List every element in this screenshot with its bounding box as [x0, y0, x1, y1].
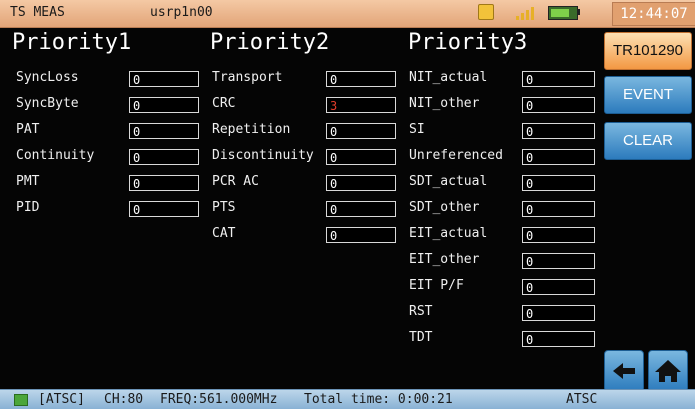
p1-value: 0 — [129, 71, 199, 87]
channel-label: CH:80 — [104, 392, 144, 407]
p1-value: 0 — [129, 175, 199, 191]
p3-value: 0 — [522, 253, 595, 269]
p2-label: CRC — [212, 96, 236, 111]
p3-value: 0 — [522, 97, 595, 113]
connection-icon — [14, 394, 28, 406]
p3-label: TDT — [409, 330, 433, 345]
p2-label: CAT — [212, 226, 236, 241]
battery-tip — [577, 9, 580, 15]
home-icon — [655, 360, 681, 382]
p3-value: 0 — [522, 149, 595, 165]
back-button[interactable] — [604, 350, 644, 392]
priority1-title: Priority1 — [12, 30, 132, 55]
usb-icon — [478, 4, 494, 20]
p2-value: 0 — [326, 175, 396, 191]
p1-value: 0 — [129, 97, 199, 113]
p1-label: PMT — [16, 174, 40, 189]
p3-label: EIT_other — [409, 252, 480, 267]
user-label: usrp1n00 — [150, 5, 213, 20]
tr101290-button[interactable]: TR101290 — [604, 32, 692, 70]
p2-value: 0 — [326, 123, 396, 139]
p2-label: PCR AC — [212, 174, 259, 189]
p3-value: 0 — [522, 175, 595, 191]
p2-label: PTS — [212, 200, 236, 215]
p2-value: 0 — [326, 227, 396, 243]
p2-label: Discontinuity — [212, 148, 314, 163]
battery-icon — [548, 6, 578, 20]
p2-value-error: 3 — [326, 97, 396, 113]
ts-meas-screen: TS MEAS usrp1n00 12:44:07 Priority1 Sync… — [0, 0, 695, 409]
p3-value: 0 — [522, 201, 595, 217]
p1-label: SyncLoss — [16, 70, 79, 85]
p3-value: 0 — [522, 227, 595, 243]
p3-label: SDT_other — [409, 200, 480, 215]
event-button[interactable]: EVENT — [604, 76, 692, 114]
p2-value: 0 — [326, 71, 396, 87]
p1-label: SyncByte — [16, 96, 79, 111]
antenna-signal-icon — [516, 4, 538, 20]
p3-value: 0 — [522, 331, 595, 347]
p3-value: 0 — [522, 123, 595, 139]
p3-value: 0 — [522, 305, 595, 321]
frequency-label: FREQ:561.000MHz — [160, 392, 278, 407]
mode-title: TS MEAS — [10, 5, 65, 20]
title-bar: TS MEAS usrp1n00 12:44:07 — [0, 0, 695, 28]
clear-button[interactable]: CLEAR — [604, 122, 692, 160]
p3-label: RST — [409, 304, 433, 319]
p1-value: 0 — [129, 149, 199, 165]
p3-label: SDT_actual — [409, 174, 488, 189]
p2-value: 0 — [326, 201, 396, 217]
p1-label: Continuity — [16, 148, 95, 163]
p3-label: NIT_actual — [409, 70, 488, 85]
status-bar: [ATSC] CH:80 FREQ:561.000MHz Total time:… — [0, 389, 695, 409]
p3-value: 0 — [522, 71, 595, 87]
clock: 12:44:07 — [612, 2, 695, 26]
p3-label: EIT P/F — [409, 278, 464, 293]
home-button[interactable] — [648, 350, 688, 392]
p3-label: NIT_other — [409, 96, 480, 111]
p1-label: PAT — [16, 122, 40, 137]
p2-label: Repetition — [212, 122, 291, 137]
p2-label: Transport — [212, 70, 283, 85]
p2-value: 0 — [326, 149, 396, 165]
back-arrow-icon — [613, 363, 635, 379]
p3-label: EIT_actual — [409, 226, 488, 241]
p3-label: SI — [409, 122, 425, 137]
mode-label: ATSC — [566, 392, 598, 407]
p3-label: Unreferenced — [409, 148, 503, 163]
p1-value: 0 — [129, 123, 199, 139]
p1-value: 0 — [129, 201, 199, 217]
p3-value: 0 — [522, 279, 595, 295]
p1-label: PID — [16, 200, 40, 215]
total-time-label: Total time: 0:00:21 — [304, 392, 453, 407]
priority2-title: Priority2 — [210, 30, 330, 55]
priority3-title: Priority3 — [408, 30, 528, 55]
standard-label: [ATSC] — [38, 392, 85, 407]
